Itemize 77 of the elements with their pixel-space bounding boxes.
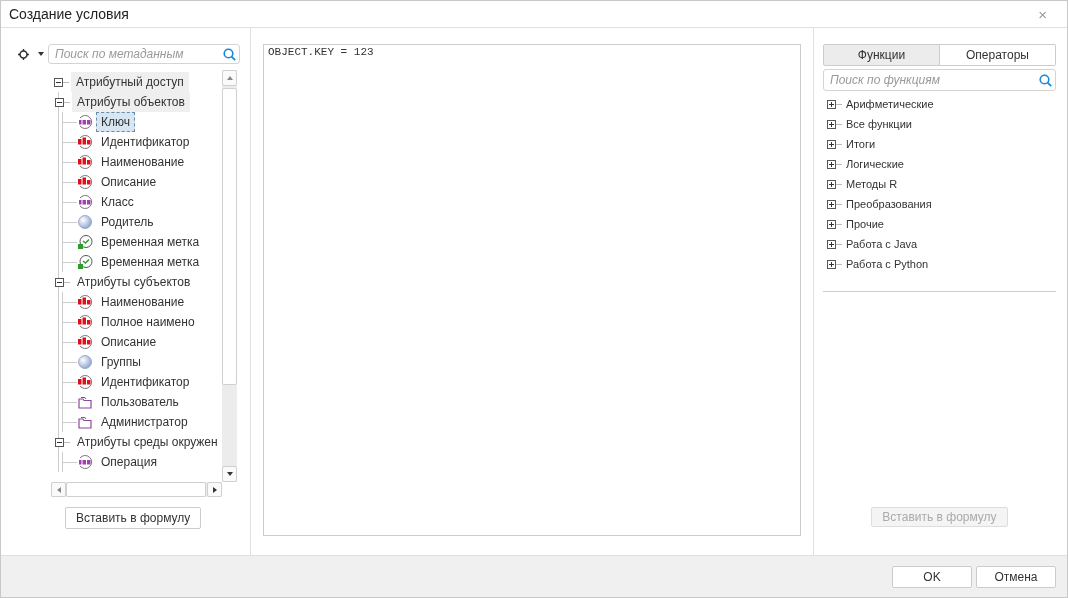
sphere-icon — [77, 354, 93, 370]
insert-formula-button[interactable]: Вставить в формулу — [65, 507, 202, 529]
tree-item[interactable]: Атрибуты объектов — [72, 92, 190, 112]
tree-item[interactable]: Атрибутный доступ — [71, 72, 189, 92]
tree-item[interactable]: Пользователь — [96, 392, 184, 412]
text-attribute-icon — [77, 134, 93, 150]
clock-lock-icon — [77, 254, 93, 270]
tree-item[interactable]: Администратор — [96, 412, 193, 432]
function-group-item[interactable]: Методы R — [846, 178, 898, 190]
tree-item[interactable]: Наименование — [96, 152, 190, 172]
collapse-icon[interactable] — [55, 277, 64, 287]
tab[interactable]: Операторы — [940, 44, 1056, 66]
expand-icon[interactable] — [827, 159, 836, 169]
search-field[interactable]: Поиск по метаданным — [48, 44, 240, 64]
expand-icon[interactable] — [827, 239, 836, 249]
scroll-right-icon[interactable] — [212, 486, 217, 493]
tree-item[interactable]: Описание — [96, 332, 162, 352]
tree-item[interactable]: Идентификатор — [96, 132, 195, 152]
tree-item[interactable]: Класс — [96, 192, 139, 212]
scroll-up-icon[interactable] — [226, 76, 233, 80]
tree-item[interactable]: Временная метка — [96, 232, 205, 252]
text-attribute-icon — [77, 174, 93, 190]
expand-icon[interactable] — [827, 179, 836, 189]
text-attribute-icon — [77, 334, 93, 350]
number-attribute-icon — [77, 114, 93, 130]
window-title: Создание условия — [9, 6, 129, 22]
tree-item[interactable]: Наименование — [96, 292, 190, 312]
text-attribute-icon — [77, 294, 93, 310]
expand-icon[interactable] — [827, 259, 836, 269]
function-group-item[interactable]: Логические — [846, 158, 904, 170]
cancel-button[interactable]: Отмена — [976, 565, 1056, 588]
expand-icon[interactable] — [827, 119, 836, 129]
tree-item[interactable]: Атрибуты субъектов — [72, 272, 196, 292]
folder-icon — [77, 394, 93, 410]
tree-item[interactable]: Группы — [96, 352, 146, 372]
search-icon[interactable] — [1039, 73, 1052, 87]
tree-item[interactable]: Родитель — [96, 212, 159, 232]
expand-icon[interactable] — [827, 199, 836, 209]
settings-icon[interactable] — [18, 48, 29, 60]
text-attribute-icon — [77, 154, 93, 170]
clock-lock-icon — [77, 234, 93, 250]
horizontal-scrollbar[interactable] — [51, 482, 222, 497]
scroll-down-icon[interactable] — [226, 472, 233, 476]
collapse-icon[interactable] — [55, 437, 64, 447]
function-group-item[interactable]: Все функции — [846, 118, 912, 130]
caret-icon[interactable] — [38, 52, 44, 56]
number-attribute-icon — [77, 194, 93, 210]
text-attribute-icon — [77, 314, 93, 330]
collapse-icon[interactable] — [54, 77, 63, 87]
tree-item[interactable]: Ключ — [96, 112, 135, 132]
expand-icon[interactable] — [827, 99, 836, 109]
function-group-item[interactable]: Работа с Python — [846, 258, 929, 270]
function-group-item[interactable]: Итоги — [846, 138, 876, 150]
text-attribute-icon — [77, 374, 93, 390]
function-group-item[interactable]: Работа с Java — [846, 238, 918, 250]
search-icon[interactable] — [223, 47, 236, 61]
folder-icon — [77, 414, 93, 430]
collapse-icon[interactable] — [55, 97, 64, 107]
ok-button[interactable]: OK — [892, 565, 972, 588]
tree-item[interactable]: Идентификатор — [96, 372, 195, 392]
tree-item[interactable]: Операция — [96, 452, 162, 472]
tree-item[interactable]: Полное наимено — [96, 312, 200, 332]
function-group-item[interactable]: Арифметические — [846, 98, 934, 110]
number-attribute-icon — [77, 454, 93, 470]
tree-item[interactable]: Описание — [96, 172, 162, 192]
tree-item[interactable]: Атрибуты среды окружен — [72, 432, 223, 452]
formula-editor[interactable]: OBJECT.KEY = 123 — [263, 44, 801, 536]
sphere-icon — [77, 214, 93, 230]
expand-icon[interactable] — [827, 139, 836, 149]
function-group-item[interactable]: Прочие — [846, 218, 884, 230]
expand-icon[interactable] — [827, 219, 836, 229]
vertical-scrollbar[interactable] — [222, 70, 237, 482]
function-group-item[interactable]: Преобразования — [846, 198, 932, 210]
scroll-left-icon[interactable] — [56, 486, 61, 493]
search-field[interactable]: Поиск по функциям — [823, 69, 1056, 91]
tab[interactable]: Функции — [823, 44, 940, 66]
tree-item[interactable]: Временная метка — [96, 252, 205, 272]
